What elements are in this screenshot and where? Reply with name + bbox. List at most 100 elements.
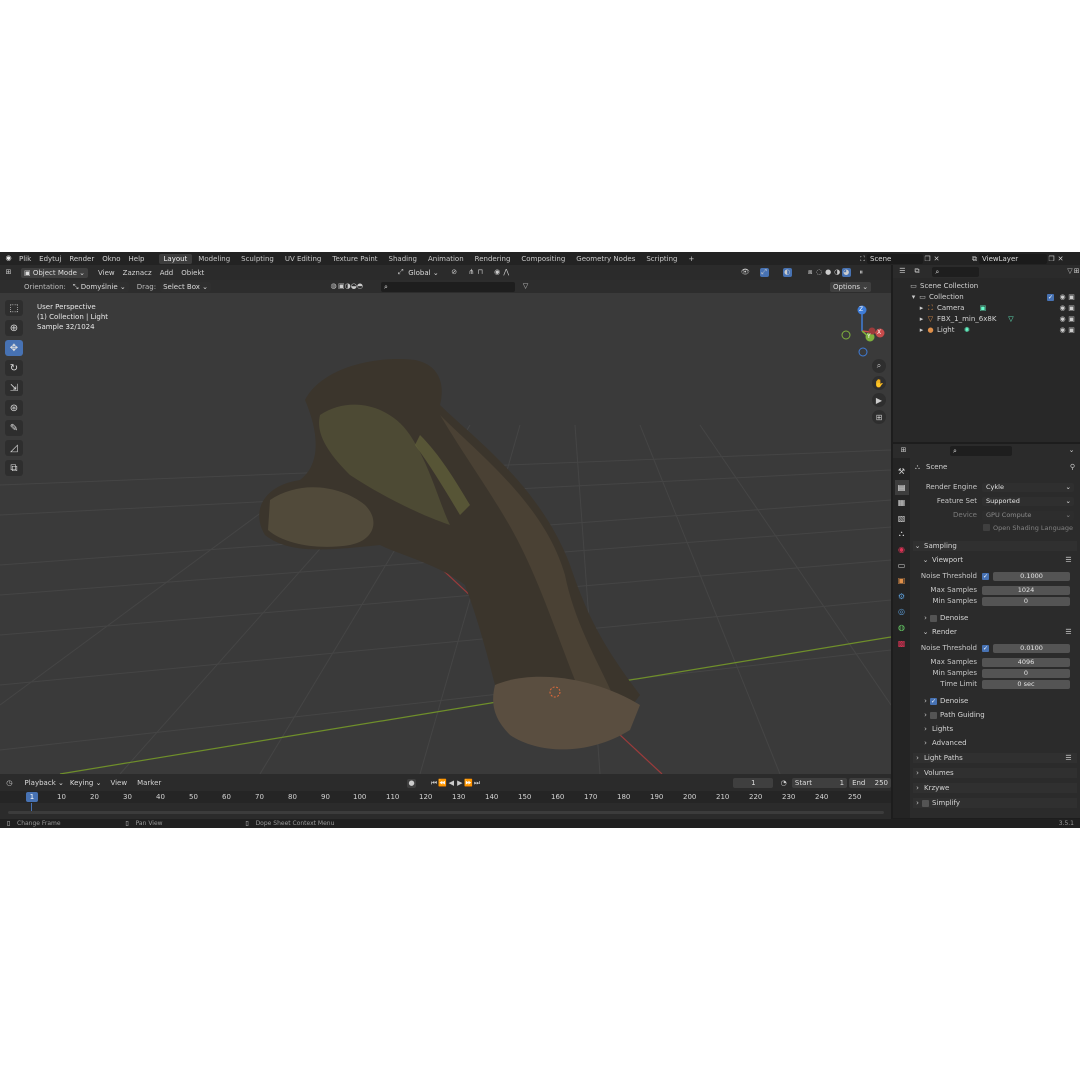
snap-icon[interactable]: ⋔ — [467, 268, 476, 277]
modifier-tab-icon[interactable]: ⚙ — [898, 589, 905, 605]
eye-icon[interactable]: ◉ — [1058, 304, 1067, 313]
close-scene-icon[interactable]: ✕ — [932, 255, 941, 264]
stopwatch-icon[interactable]: ◔ — [779, 779, 788, 788]
outliner-item-light[interactable]: ▸ ● Light ✺ ◉ ▣ — [917, 325, 1080, 336]
render-pass-icon[interactable]: ◍ — [329, 282, 338, 291]
outliner-filter-icon[interactable]: ▽ — [1067, 267, 1074, 276]
viewport-search-input[interactable]: ⌕ — [381, 281, 516, 292]
osl-checkbox[interactable] — [983, 524, 990, 531]
ortho-grid-icon[interactable]: ⊞ — [872, 410, 886, 424]
tab-texture-paint[interactable]: Texture Paint — [327, 254, 382, 264]
constraint-tab-icon[interactable]: ◍ — [898, 620, 905, 636]
simplify-checkbox[interactable] — [922, 799, 929, 807]
menu-object[interactable]: Obiekt — [181, 269, 204, 277]
tab-rendering[interactable]: Rendering — [470, 254, 516, 264]
r-denoise-checkbox[interactable]: ✓ — [930, 697, 937, 705]
prev-keyframe-icon[interactable]: ⏪ — [438, 779, 447, 788]
next-keyframe-icon[interactable]: ⏩ — [464, 779, 473, 788]
menu-help[interactable]: Help — [129, 255, 145, 263]
cursor-tool-icon[interactable]: ⊕ — [5, 320, 23, 336]
menu-select[interactable]: Zaznacz — [123, 269, 152, 277]
pan-hand-icon[interactable]: ✋ — [872, 376, 886, 390]
play-icon[interactable]: ▶ — [456, 779, 465, 788]
vp-noise-threshold-field[interactable]: 0.1000 — [993, 571, 1070, 581]
menu-file[interactable]: Plik — [19, 255, 31, 263]
render-camera-icon[interactable]: ▣ — [1067, 326, 1076, 335]
current-frame-field[interactable]: 1 — [733, 778, 774, 788]
view-layer-selector[interactable]: ⧉ ViewLayer ❐ ✕ — [970, 254, 1065, 264]
vp-max-samples-field[interactable]: 1024 — [982, 585, 1070, 595]
vp-denoise-checkbox[interactable] — [930, 614, 937, 622]
tab-uv-editing[interactable]: UV Editing — [280, 254, 327, 264]
move-tool-icon[interactable]: ✥ — [5, 340, 23, 356]
transform-orientation-select[interactable]: Global ⌄ — [405, 268, 441, 278]
select-tool-icon[interactable]: ⬚ — [5, 300, 23, 316]
r-noise-threshold-checkbox[interactable]: ✓ — [982, 644, 989, 652]
overlay-filter-icons[interactable]: ▣◑◒◓ — [338, 282, 363, 291]
playhead[interactable]: 1 — [26, 792, 38, 802]
menu-view[interactable]: View — [98, 269, 115, 277]
expand-icon[interactable]: ▾ — [909, 293, 918, 302]
mode-select[interactable]: ▣ Object Mode ⌄ — [21, 267, 89, 278]
timeline-view-menu[interactable]: View — [110, 779, 127, 787]
tab-modeling[interactable]: Modeling — [193, 254, 235, 264]
expand-icon[interactable]: ▸ — [917, 304, 926, 313]
falloff-icon[interactable]: ⋀ — [502, 268, 511, 277]
pin-icon[interactable]: ⚲ — [1068, 463, 1077, 472]
jump-end-icon[interactable]: ⏭ — [473, 779, 482, 788]
zoom-icon[interactable]: ⌕ — [872, 359, 886, 373]
properties-editor[interactable]: ⊞ ⌕ ⌄ ⚒ ▤ ▦ ▧ ⛬ ◉ ▭ ▣ ⚙ ◎ ◍ ▩ ⛬ Scene ⚲ … — [893, 444, 1080, 818]
overlay-toggle-icon[interactable]: ◐ — [782, 268, 792, 277]
funnel-icon[interactable]: ▽ — [521, 282, 530, 291]
vp-noise-threshold-checkbox[interactable]: ✓ — [982, 572, 989, 580]
orientation-select[interactable]: ⤡ Domyślnie ⌄ — [69, 281, 129, 292]
menu-render[interactable]: Render — [69, 255, 94, 263]
jump-start-icon[interactable]: ⏮ — [430, 779, 439, 788]
copy-scene-icon[interactable]: ❐ — [923, 255, 932, 264]
output-tab-icon[interactable]: ▦ — [898, 495, 906, 511]
display-mode-icon[interactable]: ⧉ — [914, 267, 921, 276]
frame-ruler[interactable]: 1 10 20 30 40 50 60 70 80 90 100 110 120… — [0, 791, 891, 803]
properties-options-icon[interactable]: ⌄ — [1067, 446, 1076, 455]
transform-tool-icon[interactable]: ⊛ — [5, 400, 23, 416]
tab-geometry-nodes[interactable]: Geometry Nodes — [571, 254, 640, 264]
pause-render-icon[interactable]: ⏸ — [857, 268, 866, 277]
light-data-icon[interactable]: ✺ — [962, 326, 971, 335]
timeline[interactable]: ◷ Playback ⌄ Keying ⌄ View Marker ● ⏮ ⏪ … — [0, 774, 892, 820]
add-workspace-icon[interactable]: + — [683, 254, 699, 264]
blender-logo-icon[interactable]: ◉ — [4, 254, 13, 263]
path-guiding-checkbox[interactable] — [930, 711, 937, 719]
presets-list-icon[interactable]: ☰ — [1064, 754, 1073, 763]
camera-view-icon[interactable]: ▶ — [872, 393, 886, 407]
properties-search-input[interactable]: ⌕ — [950, 445, 1012, 456]
object-tab-icon[interactable]: ▣ — [898, 573, 906, 589]
render-camera-icon[interactable]: ▣ — [1067, 293, 1076, 302]
timeline-scrollbar[interactable] — [8, 811, 884, 814]
simplify-panel[interactable]: › Simplify — [913, 798, 1077, 808]
device-select[interactable]: GPU Compute ⌄ — [982, 510, 1074, 520]
r-denoise-subpanel[interactable]: › ✓ Denoise — [913, 696, 1077, 706]
timeline-editor-icon[interactable]: ◷ — [5, 779, 14, 788]
render-camera-icon[interactable]: ▣ — [1067, 304, 1076, 313]
navigation-gizmo[interactable]: Z X Y — [838, 303, 888, 359]
proportional-edit-icon[interactable]: ◉ — [493, 268, 502, 277]
camera-data-icon[interactable]: ▣ — [978, 304, 987, 313]
eye-icon[interactable]: ◉ — [1058, 315, 1067, 324]
r-noise-threshold-field[interactable]: 0.0100 — [993, 643, 1070, 653]
scale-tool-icon[interactable]: ⇲ — [5, 380, 23, 396]
scene-selector[interactable]: ⛶ Scene ❐ ✕ — [858, 254, 941, 264]
physics-tab-icon[interactable]: ◎ — [898, 604, 905, 620]
rotate-tool-icon[interactable]: ↻ — [5, 360, 23, 376]
tab-compositing[interactable]: Compositing — [516, 254, 570, 264]
advanced-subpanel[interactable]: › Advanced — [913, 738, 1077, 748]
shading-wireframe-icon[interactable]: ◌ — [815, 268, 824, 277]
visibility-icon[interactable]: 👁 — [741, 268, 750, 277]
outliner-item-mesh[interactable]: ▸ ▽ FBX_1_min_6x8K ▽ ◉ ▣ — [917, 314, 1080, 325]
path-guiding-subpanel[interactable]: › Path Guiding — [913, 710, 1077, 720]
tab-shading[interactable]: Shading — [384, 254, 422, 264]
render-camera-icon[interactable]: ▣ — [1067, 315, 1076, 324]
menu-window[interactable]: Okno — [102, 255, 120, 263]
render-tab-icon[interactable]: ▤ — [894, 479, 909, 496]
add-cube-tool-icon[interactable]: ⧉ — [5, 460, 23, 476]
expand-icon[interactable]: ▸ — [917, 326, 926, 335]
